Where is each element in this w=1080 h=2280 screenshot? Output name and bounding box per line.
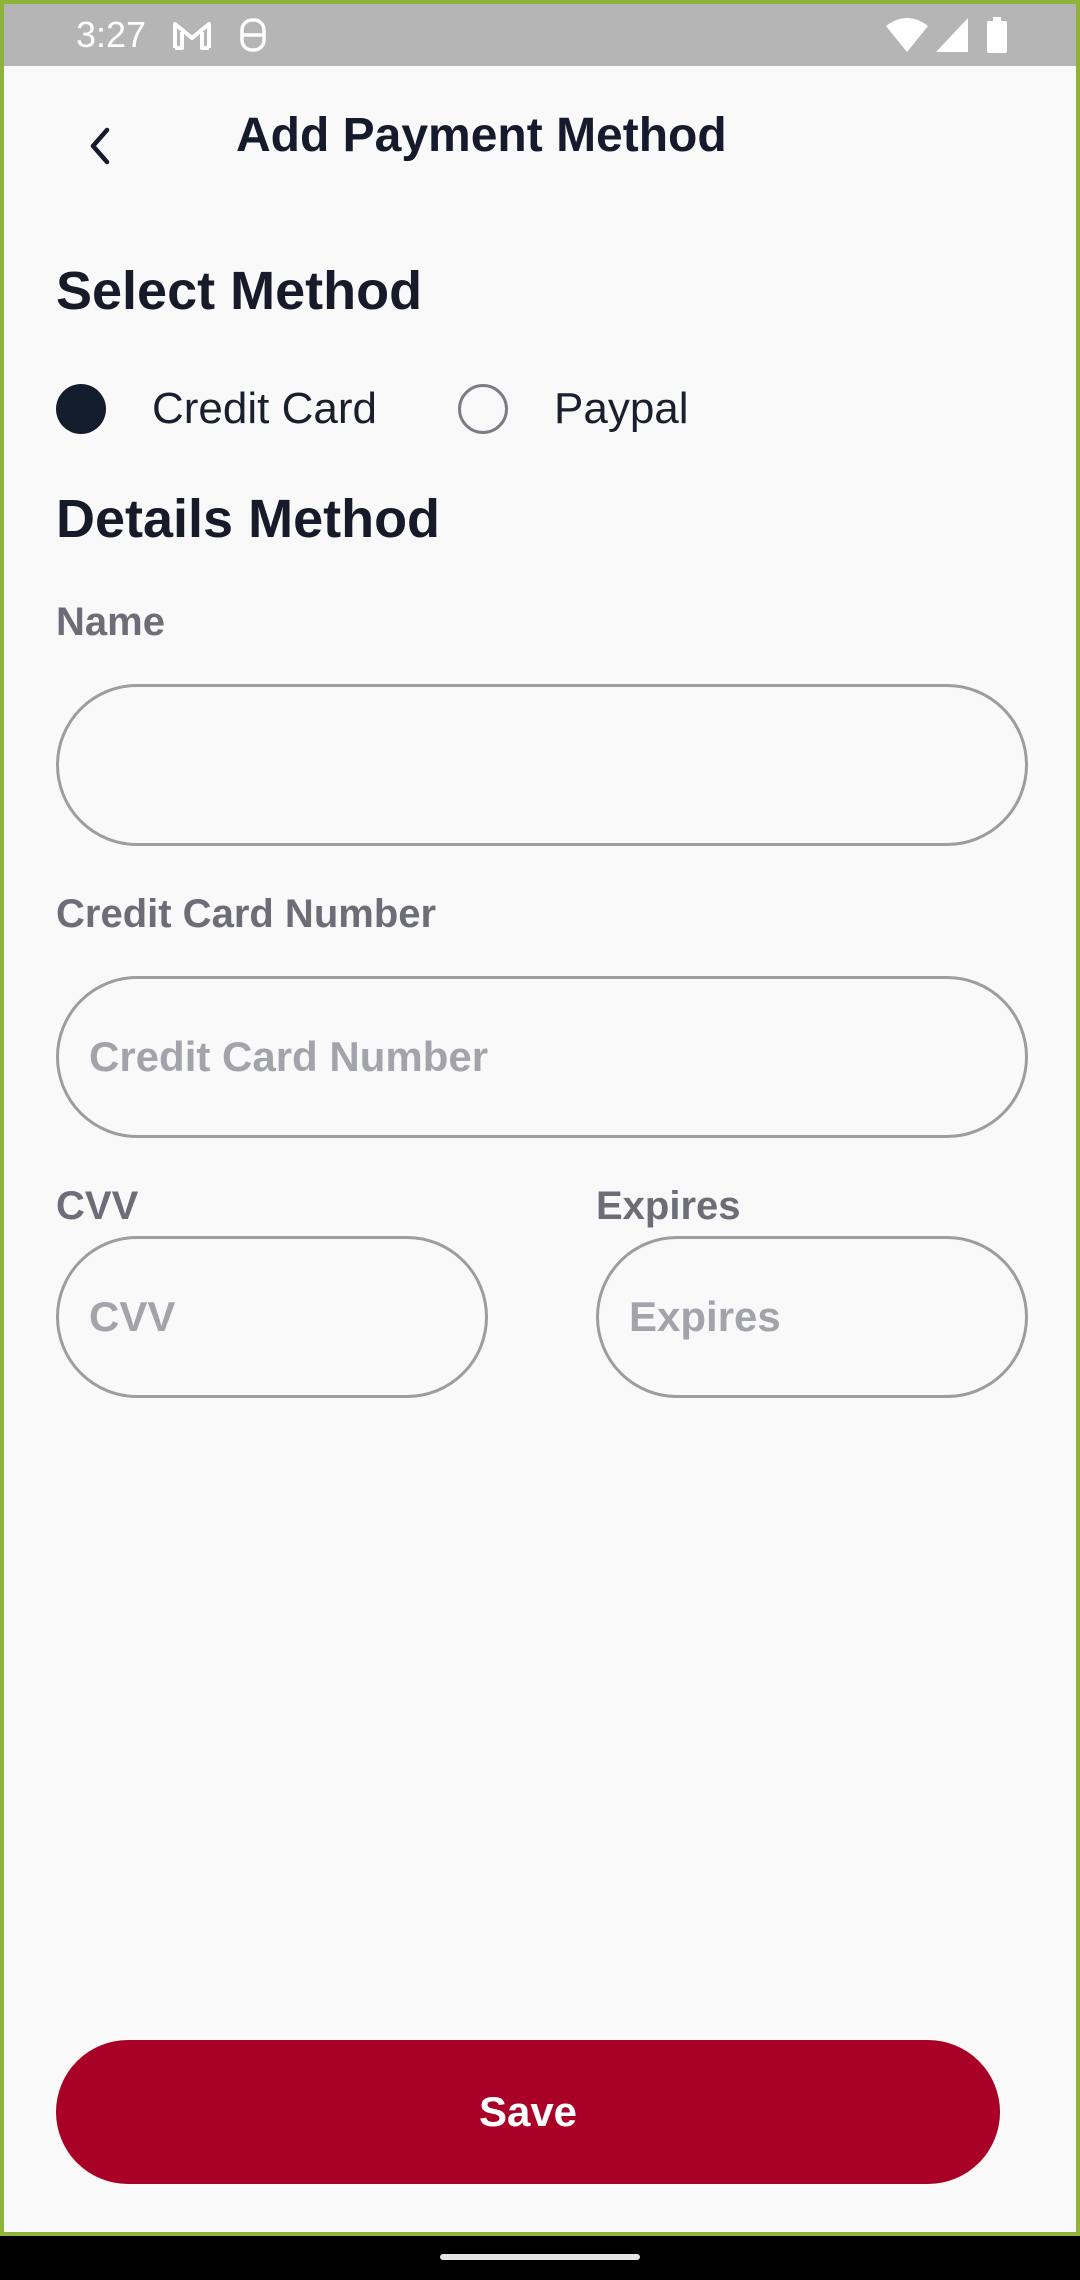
- back-button[interactable]: [60, 106, 140, 186]
- app-screen: 3:27 Add Payment Method Select Method Cr…: [0, 0, 1080, 2236]
- wifi-icon: [886, 18, 928, 52]
- expires-input[interactable]: [596, 1236, 1028, 1398]
- status-bar: 3:27: [4, 4, 1076, 66]
- signal-icon: [936, 18, 968, 52]
- radio-unchecked-icon: [458, 384, 508, 434]
- radio-paypal[interactable]: Paypal: [458, 374, 689, 444]
- home-indicator[interactable]: [440, 2254, 640, 2260]
- radio-credit-card-label: Credit Card: [152, 384, 377, 433]
- cvv-label: CVV: [56, 1184, 139, 1228]
- radio-credit-card[interactable]: Credit Card: [56, 374, 377, 444]
- card-number-input[interactable]: [56, 976, 1028, 1138]
- expires-label: Expires: [596, 1184, 741, 1228]
- radio-checked-icon: [56, 384, 106, 434]
- notification-app-icon: [240, 18, 266, 52]
- save-button[interactable]: Save: [56, 2040, 1000, 2184]
- chevron-left-icon: [90, 127, 110, 165]
- name-label: Name: [56, 600, 165, 644]
- name-input[interactable]: [56, 684, 1028, 846]
- page-title: Add Payment Method: [236, 109, 727, 162]
- battery-icon: [987, 17, 1007, 53]
- app-header: Add Payment Method: [4, 66, 1076, 206]
- gmail-icon: [173, 22, 211, 50]
- card-number-label: Credit Card Number: [56, 892, 437, 936]
- payment-method-radio-group: Credit Card Paypal: [56, 374, 956, 444]
- radio-paypal-label: Paypal: [554, 384, 689, 433]
- navigation-bar: [0, 2236, 1080, 2280]
- cvv-input[interactable]: [56, 1236, 488, 1398]
- details-method-title: Details Method: [56, 489, 441, 549]
- select-method-title: Select Method: [56, 261, 423, 321]
- status-time: 3:27: [76, 14, 147, 55]
